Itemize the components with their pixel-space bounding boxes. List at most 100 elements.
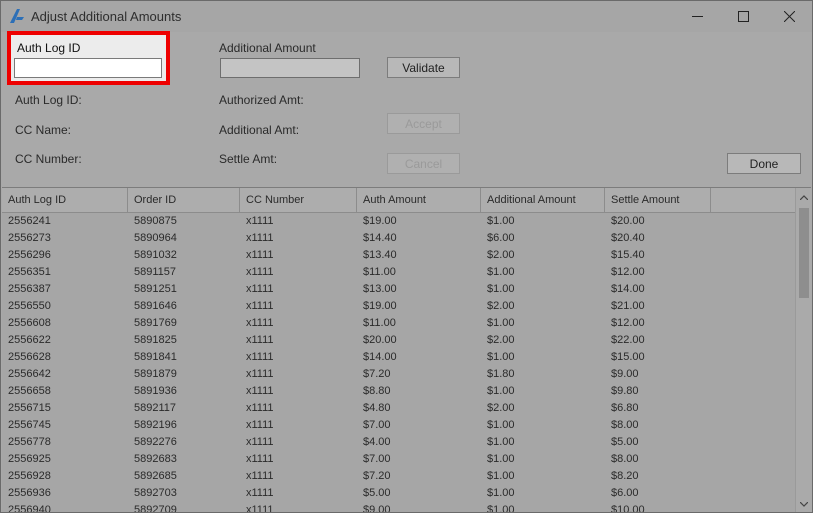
- auth-amount-cell: $11.00: [363, 266, 396, 278]
- settle-amount-cell: $15.00: [611, 351, 645, 363]
- table-row[interactable]: 2556928 5892685 x1111 $7.20 $1.00 $8.20: [2, 468, 795, 485]
- auth-amount-cell: $8.80: [363, 385, 391, 397]
- settle-amount-cell: $6.00: [611, 487, 639, 499]
- title-bar[interactable]: Adjust Additional Amounts: [1, 1, 812, 32]
- table-row[interactable]: 2556940 5892709 x1111 $9.00 $1.00 $10.00: [2, 502, 795, 512]
- auth-amount-cell: $19.00: [363, 300, 397, 312]
- additional-amount-cell: $2.00: [487, 300, 515, 312]
- order-id-cell: 5891769: [134, 317, 177, 329]
- settle-amount-cell: $12.00: [611, 266, 645, 278]
- cc-number-cell: x1111: [246, 317, 274, 329]
- settle-amount-cell: $9.00: [611, 368, 639, 380]
- auth-log-id-cell: 2556658: [8, 385, 51, 397]
- additional-amount-input[interactable]: [220, 58, 360, 78]
- table-row[interactable]: 2556715 5892117 x1111 $4.80 $2.00 $6.80: [2, 400, 795, 417]
- close-icon: [783, 11, 795, 22]
- auth-log-id-cell: 2556241: [8, 215, 51, 227]
- additional-amount-cell: $1.00: [487, 504, 515, 512]
- table-row[interactable]: 2556608 5891769 x1111 $11.00 $1.00 $12.00: [2, 315, 795, 332]
- authorizations-grid[interactable]: Auth Log ID Order ID CC Number Auth Amou…: [2, 187, 811, 512]
- settle-amount-cell: $20.40: [611, 232, 645, 244]
- done-button[interactable]: Done: [727, 153, 801, 174]
- auth-log-id-input[interactable]: [14, 58, 162, 78]
- grid-vertical-scrollbar[interactable]: [795, 188, 811, 512]
- settle-amount-cell: $9.80: [611, 385, 639, 397]
- additional-amount-label: Additional Amount: [219, 41, 316, 55]
- minimize-button[interactable]: [674, 1, 720, 32]
- auth-log-id-cell: 2556778: [8, 436, 51, 448]
- order-id-cell: 5892196: [134, 419, 177, 431]
- app-logo-icon: [9, 8, 25, 24]
- cc-number-cell: x1111: [246, 351, 274, 363]
- table-row[interactable]: 2556273 5890964 x1111 $14.40 $6.00 $20.40: [2, 230, 795, 247]
- settle-amount-cell: $8.00: [611, 419, 639, 431]
- window-title: Adjust Additional Amounts: [31, 9, 182, 24]
- auth-amount-cell: $19.00: [363, 215, 397, 227]
- auth-log-id-cell: 2556273: [8, 232, 51, 244]
- settle-amount-cell: $12.00: [611, 317, 645, 329]
- auth-log-id-cell: 2556628: [8, 351, 51, 363]
- order-id-cell: 5891841: [134, 351, 177, 363]
- additional-amount-cell: $1.00: [487, 215, 515, 227]
- maximize-button[interactable]: [720, 1, 766, 32]
- cc-number-cell: x1111: [246, 266, 274, 278]
- cc-number-cell: x1111: [246, 402, 274, 414]
- chevron-up-icon: [799, 192, 809, 202]
- additional-amount-cell: $1.00: [487, 470, 515, 482]
- order-id-cell: 5892117: [134, 402, 177, 414]
- scroll-down-button[interactable]: [796, 495, 811, 512]
- info-cc-number-label: CC Number:: [15, 152, 82, 166]
- settle-amount-cell: $5.00: [611, 436, 639, 448]
- accept-button[interactable]: Accept: [387, 113, 460, 134]
- table-row[interactable]: 2556936 5892703 x1111 $5.00 $1.00 $6.00: [2, 485, 795, 502]
- auth-log-id-cell: 2556550: [8, 300, 51, 312]
- auth-amount-cell: $13.00: [363, 283, 397, 295]
- close-button[interactable]: [766, 1, 812, 32]
- table-row[interactable]: 2556296 5891032 x1111 $13.40 $2.00 $15.40: [2, 247, 795, 264]
- order-id-cell: 5892703: [134, 487, 177, 499]
- auth-log-id-cell: 2556715: [8, 402, 51, 414]
- additional-amount-cell: $1.00: [487, 351, 515, 363]
- cc-number-cell: x1111: [246, 232, 274, 244]
- auth-log-id-cell: 2556608: [8, 317, 51, 329]
- info-settle-amt-label: Settle Amt:: [219, 152, 278, 166]
- additional-amount-cell: $1.00: [487, 436, 515, 448]
- table-row[interactable]: 2556642 5891879 x1111 $7.20 $1.80 $9.00: [2, 366, 795, 383]
- validate-button[interactable]: Validate: [387, 57, 460, 78]
- order-id-cell: 5891157: [134, 266, 177, 278]
- column-header-order-id[interactable]: Order ID: [128, 188, 240, 212]
- settle-amount-cell: $22.00: [611, 334, 645, 346]
- table-row[interactable]: 2556550 5891646 x1111 $19.00 $2.00 $21.00: [2, 298, 795, 315]
- additional-amount-cell: $6.00: [487, 232, 515, 244]
- order-id-cell: 5891825: [134, 334, 177, 346]
- column-header-auth-amount[interactable]: Auth Amount: [357, 188, 481, 212]
- column-header-settle-amount[interactable]: Settle Amount: [605, 188, 711, 212]
- settle-amount-cell: $8.00: [611, 453, 639, 465]
- settle-amount-cell: $15.40: [611, 249, 645, 261]
- column-header-cc-number[interactable]: CC Number: [240, 188, 357, 212]
- table-row[interactable]: 2556925 5892683 x1111 $7.00 $1.00 $8.00: [2, 451, 795, 468]
- auth-amount-cell: $7.00: [363, 419, 391, 431]
- table-row[interactable]: 2556241 5890875 x1111 $19.00 $1.00 $20.00: [2, 213, 795, 230]
- auth-amount-cell: $7.00: [363, 453, 391, 465]
- auth-log-id-label: Auth Log ID: [17, 41, 81, 55]
- order-id-cell: 5891879: [134, 368, 177, 380]
- table-row[interactable]: 2556622 5891825 x1111 $20.00 $2.00 $22.00: [2, 332, 795, 349]
- settle-amount-cell: $20.00: [611, 215, 645, 227]
- column-header-additional-amount[interactable]: Additional Amount: [481, 188, 605, 212]
- column-header-auth-log-id[interactable]: Auth Log ID: [2, 188, 128, 212]
- table-row[interactable]: 2556387 5891251 x1111 $13.00 $1.00 $14.00: [2, 281, 795, 298]
- table-row[interactable]: 2556778 5892276 x1111 $4.00 $1.00 $5.00: [2, 434, 795, 451]
- scroll-up-button[interactable]: [796, 188, 811, 205]
- auth-amount-cell: $14.40: [363, 232, 397, 244]
- table-row[interactable]: 2556658 5891936 x1111 $8.80 $1.00 $9.80: [2, 383, 795, 400]
- table-row[interactable]: 2556628 5891841 x1111 $14.00 $1.00 $15.00: [2, 349, 795, 366]
- scroll-thumb[interactable]: [799, 208, 809, 298]
- table-row[interactable]: 2556745 5892196 x1111 $7.00 $1.00 $8.00: [2, 417, 795, 434]
- table-row[interactable]: 2556351 5891157 x1111 $11.00 $1.00 $12.00: [2, 264, 795, 281]
- settle-amount-cell: $10.00: [611, 504, 645, 512]
- maximize-icon: [737, 11, 749, 22]
- cancel-button[interactable]: Cancel: [387, 153, 460, 174]
- auth-log-id-focus-highlight: Auth Log ID: [7, 31, 170, 85]
- cc-number-cell: x1111: [246, 300, 274, 312]
